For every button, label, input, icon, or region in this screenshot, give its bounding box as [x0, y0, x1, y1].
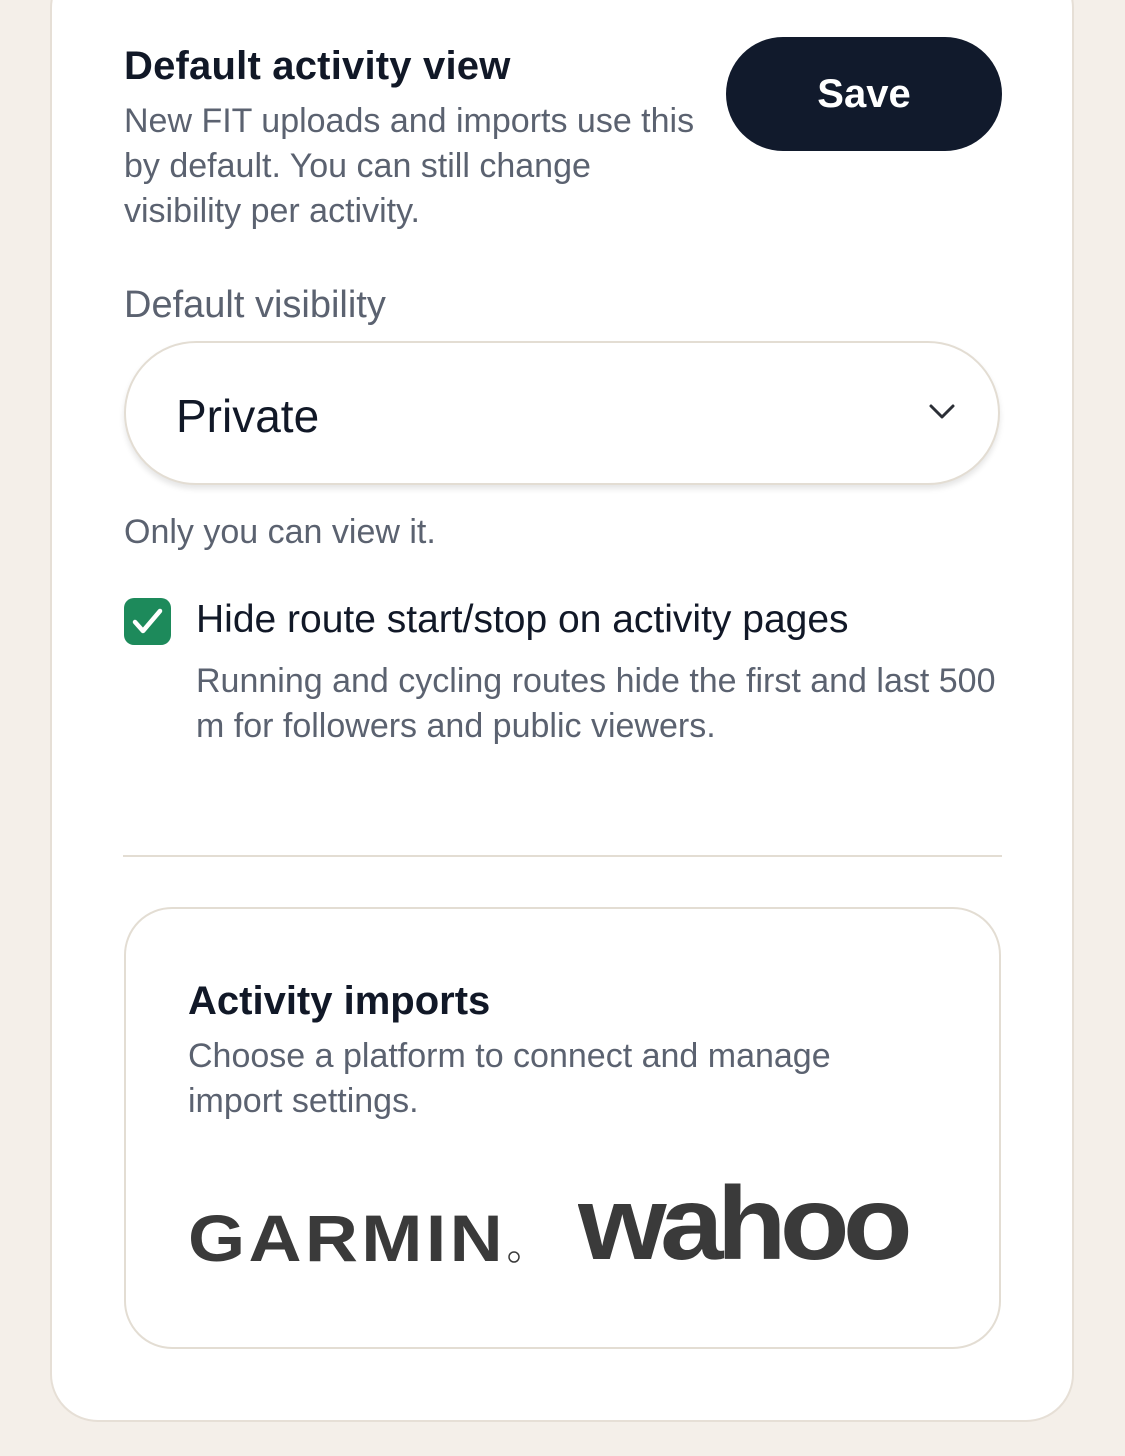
imports-title: Activity imports	[188, 979, 491, 1023]
visibility-selected-value: Private	[176, 390, 320, 442]
section-divider	[123, 855, 1002, 857]
visibility-select[interactable]: Private	[124, 341, 1000, 485]
hide-route-label[interactable]: Hide route start/stop on activity pages	[196, 598, 849, 642]
activity-imports-card: Activity imports Choose a platform to co…	[124, 907, 1001, 1349]
section-title: Default activity view	[124, 44, 511, 88]
visibility-label: Default visibility	[124, 284, 386, 326]
save-button[interactable]: Save	[726, 37, 1002, 151]
imports-description: Choose a platform to connect and manage …	[188, 1037, 831, 1120]
visibility-helper-text: Only you can view it.	[124, 513, 436, 551]
hide-route-checkbox[interactable]	[124, 598, 171, 645]
garmin-logo-text: GARMIN	[188, 1201, 506, 1269]
garmin-logo[interactable]: GARMIN	[188, 1199, 528, 1269]
hide-route-description: Running and cycling routes hide the firs…	[196, 662, 996, 745]
wahoo-logo-text: wahoo	[578, 1171, 909, 1271]
checkmark-icon	[132, 608, 163, 634]
wahoo-logo[interactable]: wahoo	[578, 1171, 918, 1271]
section-description: New FIT uploads and imports use this by …	[124, 102, 695, 230]
chevron-down-icon	[929, 404, 955, 419]
